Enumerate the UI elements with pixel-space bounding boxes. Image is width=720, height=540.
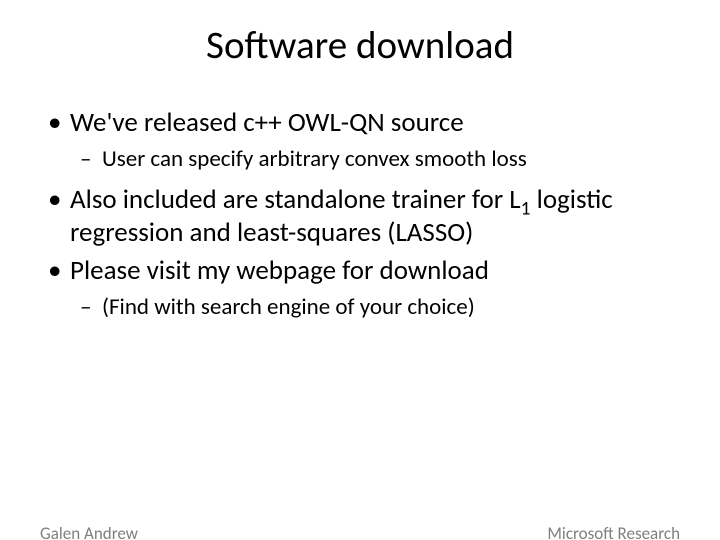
slide-title: Software download [0,22,720,69]
bullet-text: Please visit my webpage for download [70,254,489,287]
footer-affiliation: Microsoft Research [547,523,680,540]
footer-author: Galen Andrew [40,523,138,540]
bullet-text: User can specify arbitrary convex smooth… [102,145,527,173]
bullet-text: (Find with search engine of your choice) [102,293,475,321]
bullet-level1: Also included are standalone trainer for… [40,184,680,249]
bullet-level2: (Find with search engine of your choice) [40,293,680,322]
bullet-text: Also included are standalone trainer for… [70,183,521,216]
slide-body: We've released c++ OWL-QN source User ca… [40,107,680,322]
bullet-level2: User can specify arbitrary convex smooth… [40,145,680,174]
bullet-level1: Please visit my webpage for download [40,255,680,287]
slide-footer: Galen Andrew Microsoft Research [40,523,680,540]
slide: Software download We've released c++ OWL… [0,22,720,540]
bullet-text: We've released c++ OWL-QN source [70,106,464,139]
bullet-level1: We've released c++ OWL-QN source [40,107,680,139]
subscript: 1 [521,197,531,221]
